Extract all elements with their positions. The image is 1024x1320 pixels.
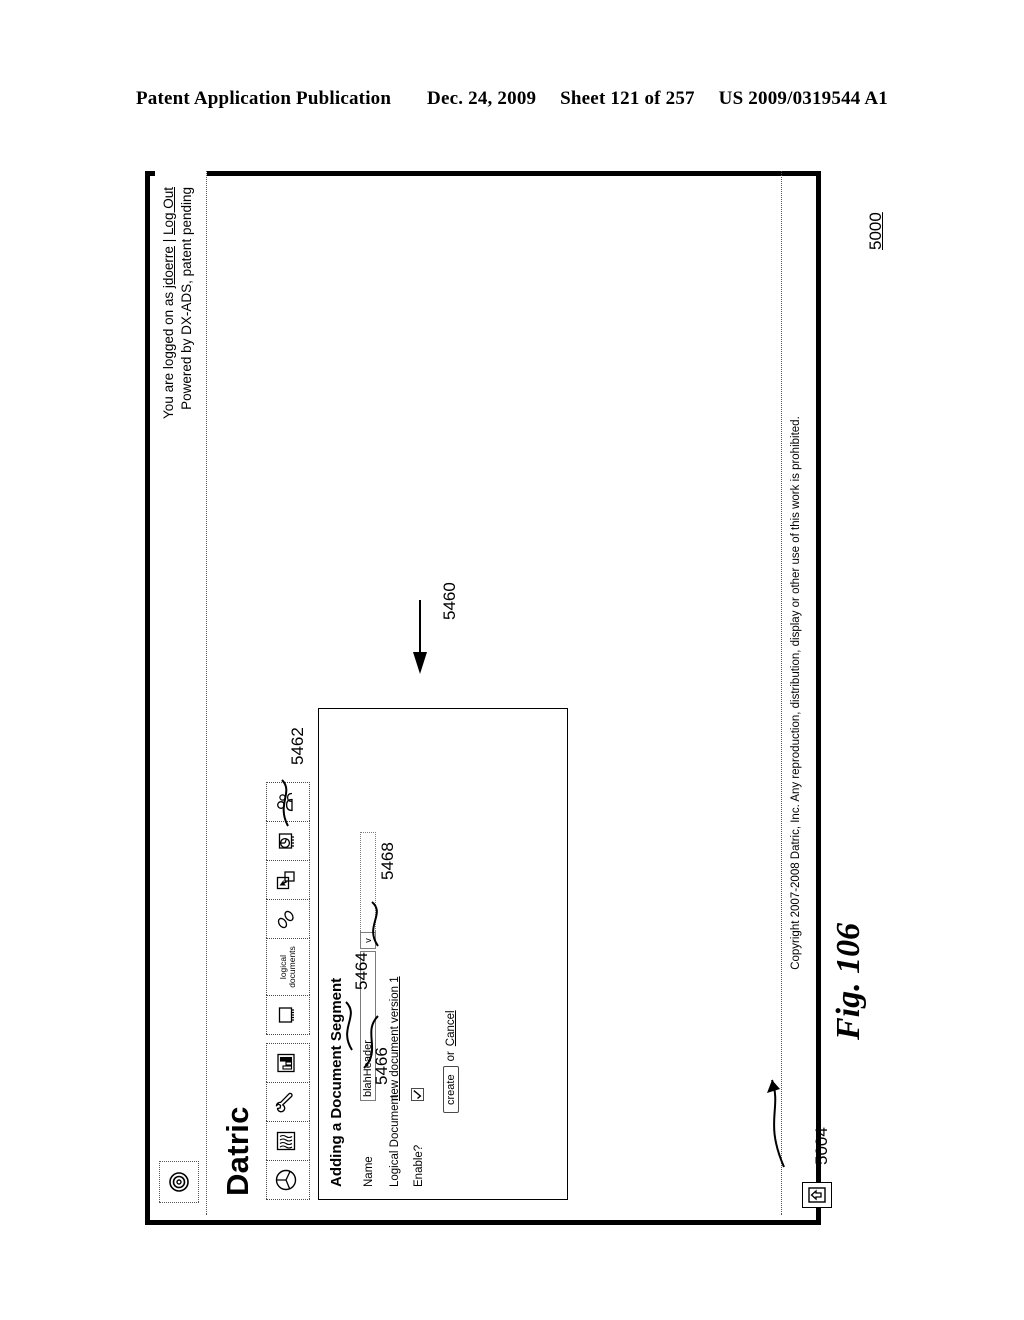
username-link[interactable]: jdoerre	[161, 246, 176, 288]
toolbar-item-logical-documents[interactable]: logical documents	[266, 938, 310, 996]
leader-line-5462	[281, 779, 289, 827]
enable-label: Enable?	[413, 1144, 425, 1187]
cursor-select-icon	[274, 868, 303, 892]
figure-label: Fig. 106	[830, 922, 867, 1040]
patent-header-title: Patent Application Publication	[136, 88, 392, 109]
toolbar-item-pie-chart[interactable]	[266, 1160, 310, 1200]
patent-header: Patent Application Publication Dec. 24, …	[0, 88, 1024, 110]
toolbar-item-chip[interactable]	[266, 995, 310, 1035]
toolbar-item-fabric-swatch[interactable]	[266, 1121, 310, 1161]
pie-chart-icon	[273, 1167, 304, 1193]
upload-house-icon[interactable]	[802, 1182, 832, 1208]
reference-numeral-5464: 5464	[352, 952, 371, 990]
name-label: Name	[363, 1156, 375, 1187]
leader-line-5466	[363, 1015, 379, 1069]
patent-header-number: US 2009/0319544 A1	[718, 88, 888, 109]
separator: |	[161, 235, 176, 247]
create-button[interactable]: create	[443, 1066, 459, 1113]
or-label: or	[445, 1051, 457, 1062]
reference-numeral-5462: 5462	[288, 727, 307, 765]
cancel-link[interactable]: Cancel	[445, 1010, 457, 1046]
bar-chart-icon	[274, 1051, 303, 1075]
toolbar-item-wrench[interactable]	[266, 1082, 310, 1122]
leader-line-5468	[371, 901, 379, 947]
toolbar-item-cursor-select[interactable]	[266, 860, 310, 900]
toolbar-item-bar-chart[interactable]	[266, 1043, 310, 1083]
leader-line-5460	[413, 600, 427, 674]
footer-bar: Copyright 2007-2008 Datric, Inc. Any rep…	[781, 171, 811, 1215]
toolbar-item-links[interactable]	[266, 899, 310, 939]
circle-logo-icon	[159, 1161, 199, 1203]
logical-document-label: Logical Document	[389, 1094, 401, 1187]
logged-on-line: You are logged on as jdoerre | Log Out	[160, 187, 178, 419]
copyright-text: Copyright 2007-2008 Datric, Inc. Any rep…	[790, 416, 802, 970]
toolbar-separator	[266, 1035, 312, 1044]
enable-checkbox[interactable]	[411, 1088, 424, 1101]
fabric-swatch-icon	[274, 1129, 303, 1153]
application-window: You are logged on as jdoerre | Log Out P…	[145, 171, 832, 1225]
reference-numeral-5000: 5000	[866, 212, 885, 250]
page-title: Datric	[220, 1106, 255, 1196]
status-bar: You are logged on as jdoerre | Log Out P…	[155, 171, 207, 1215]
reference-numeral-5468: 5468	[378, 842, 397, 880]
leader-line-5004	[767, 1079, 785, 1168]
toolbar-item-label: logical documents	[277, 946, 298, 988]
patent-header-sheet: Sheet 121 of 257	[560, 88, 695, 109]
logout-link[interactable]: Log Out	[161, 187, 176, 235]
checkmark-icon	[413, 1090, 422, 1100]
dialog-actions: create or Cancel	[443, 1010, 459, 1113]
logged-on-prefix: You are logged on as	[161, 288, 176, 419]
toolbar: logical documents	[266, 782, 312, 1200]
screenshot-canvas: You are logged on as jdoerre | Log Out P…	[145, 165, 832, 1225]
links-icon	[273, 906, 304, 932]
chip-icon	[274, 1003, 303, 1027]
patent-header-date: Dec. 24, 2009	[427, 88, 537, 109]
powered-by-line: Powered by DX-ADS, patent pending	[179, 187, 194, 410]
status-text: You are logged on as jdoerre | Log Out P…	[160, 187, 196, 419]
wrench-icon	[273, 1089, 304, 1115]
